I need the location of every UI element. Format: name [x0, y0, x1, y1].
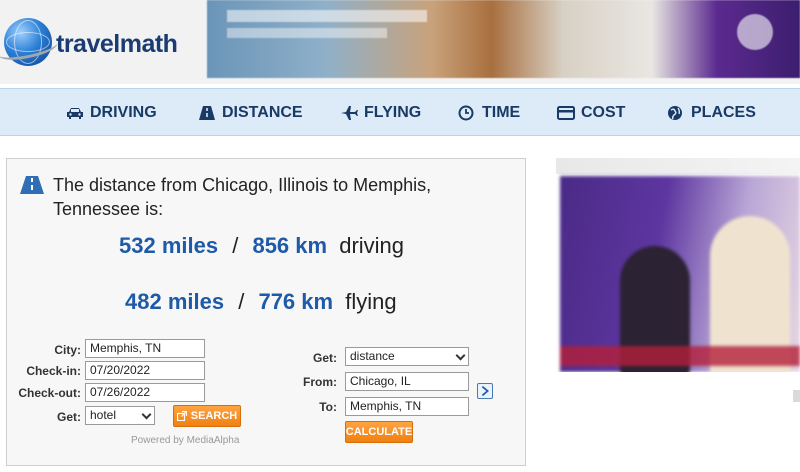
- calc-get-select[interactable]: distance: [345, 347, 469, 366]
- flying-miles: 482 miles: [125, 289, 225, 314]
- top-banner-ad[interactable]: [207, 0, 800, 78]
- external-link-icon: [176, 411, 187, 421]
- driving-km: 856 km: [252, 233, 328, 258]
- nav-cost[interactable]: COST: [557, 89, 625, 137]
- nav-flying-label: FLYING: [364, 104, 422, 121]
- flying-km: 776 km: [258, 289, 334, 314]
- travelmath-logo[interactable]: travelmath: [0, 18, 204, 70]
- calculate-button[interactable]: CALCULATE: [345, 421, 413, 443]
- distance-result-panel: The distance from Chicago, Illinois to M…: [6, 158, 526, 466]
- nav-places[interactable]: PLACES: [667, 89, 756, 137]
- road-icon: [20, 176, 44, 194]
- driving-label: driving: [339, 233, 405, 258]
- driving-distance: 532 miles / 856 km driving: [119, 233, 404, 259]
- nav-distance-label: DISTANCE: [222, 104, 303, 121]
- calc-get-label: Get:: [313, 351, 337, 365]
- checkin-input[interactable]: 07/20/2022: [85, 361, 205, 380]
- nav-time-label: TIME: [482, 104, 521, 121]
- globe-logo-icon: [0, 18, 60, 66]
- hotel-get-label: Get:: [57, 410, 81, 424]
- checkout-input[interactable]: 07/26/2022: [85, 383, 205, 402]
- separator: /: [238, 289, 245, 314]
- city-input[interactable]: Memphis, TN: [85, 339, 205, 358]
- chevron-down-icon: [455, 350, 466, 361]
- credit-card-icon: [557, 106, 575, 120]
- car-icon: [67, 108, 83, 119]
- nav-places-label: PLACES: [691, 104, 756, 121]
- search-button-label: SEARCH: [190, 410, 238, 422]
- sidebar-ad[interactable]: [556, 158, 800, 372]
- nav-driving[interactable]: DRIVING: [66, 89, 157, 137]
- nav-time[interactable]: TIME: [458, 89, 520, 137]
- to-input[interactable]: Memphis, TN: [345, 397, 469, 416]
- site-header: travelmath: [0, 0, 800, 84]
- hotel-get-value: hotel: [90, 408, 117, 422]
- search-button[interactable]: SEARCH: [173, 405, 241, 427]
- flying-label: flying: [345, 289, 397, 314]
- checkin-label: Check-in:: [26, 364, 81, 378]
- clock-icon: [458, 105, 474, 121]
- driving-miles: 532 miles: [119, 233, 219, 258]
- calculate-button-label: CALCULATE: [345, 426, 413, 438]
- separator: /: [232, 233, 239, 258]
- road-icon: [199, 106, 215, 120]
- nav-cost-label: COST: [581, 104, 626, 121]
- from-label: From:: [303, 375, 337, 389]
- globe-icon: [668, 106, 682, 120]
- main-nav: DRIVING DISTANCE FLYING TIME COST PLACES: [0, 88, 800, 136]
- logo-wordmark: travelmath: [56, 30, 178, 58]
- nav-driving-label: DRIVING: [90, 104, 157, 121]
- powered-by-text: Powered by MediaAlpha: [131, 435, 240, 446]
- plane-icon: [341, 106, 358, 120]
- checkout-label: Check-out:: [18, 386, 81, 400]
- flying-distance: 482 miles / 776 km flying: [125, 289, 397, 315]
- from-input[interactable]: Chicago, IL: [345, 372, 469, 391]
- nav-flying[interactable]: FLYING: [340, 89, 421, 137]
- chevron-down-icon: [141, 409, 152, 420]
- result-headline: The distance from Chicago, Illinois to M…: [53, 175, 432, 219]
- nav-distance[interactable]: DISTANCE: [198, 89, 303, 137]
- city-label: City:: [54, 343, 81, 357]
- calc-get-value: distance: [350, 349, 395, 363]
- to-label: To:: [319, 400, 337, 414]
- scroll-fragment: [793, 390, 800, 402]
- hotel-get-select[interactable]: hotel: [85, 406, 155, 425]
- swap-icon[interactable]: [477, 383, 493, 399]
